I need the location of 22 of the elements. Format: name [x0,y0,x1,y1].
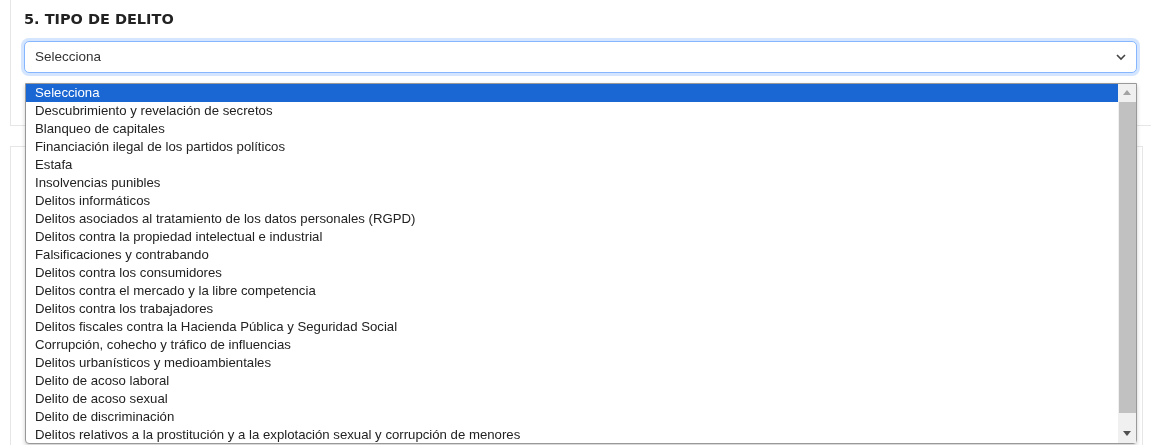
dropdown-option[interactable]: Delitos informáticos [26,192,1118,210]
dropdown-option[interactable]: Delito de acoso sexual [26,390,1118,408]
dropdown-option[interactable]: Delitos contra la propiedad intelectual e industrial [26,228,1118,246]
select-field[interactable]: Selecciona [24,41,1137,74]
dropdown-option[interactable]: Delitos relativos a la prostitución y a la explotación sexual y corrupción de menores [26,426,1118,443]
dropdown-option[interactable]: Estafa [26,156,1118,174]
dropdown-option[interactable]: Falsificaciones y contrabando [26,246,1118,264]
dropdown-option[interactable]: Delitos contra el mercado y la libre competencia [26,282,1118,300]
dropdown-option[interactable]: Delitos contra los trabajadores [26,300,1118,318]
dropdown-option[interactable]: Delitos urbanísticos y medioambientales [26,354,1118,372]
dropdown-option[interactable]: Delitos asociados al tratamiento de los datos personales (RGPD) [26,210,1118,228]
dropdown-option[interactable]: Corrupción, cohecho y tráfico de influencias [26,336,1118,354]
section-title: 5. TIPO DE DELITO [24,11,175,29]
dropdown-option[interactable]: Insolvencias punibles [26,174,1118,192]
dropdown-option[interactable]: Selecciona [26,84,1118,102]
dropdown-option[interactable]: Delitos contra los consumidores [26,264,1118,282]
dropdown-option[interactable]: Blanqueo de capitales [26,120,1118,138]
dropdown-option[interactable]: Delito de acoso laboral [26,372,1118,390]
dropdown-option[interactable]: Delito de discriminación [26,408,1118,426]
dropdown-option[interactable]: Descubrimiento y revelación de secretos [26,102,1118,120]
dropdown-option[interactable]: Financiación ilegal de los partidos políticos [26,138,1118,156]
dropdown-option[interactable]: Delitos fiscales contra la Hacienda Pública y Seguridad Social [26,318,1118,336]
